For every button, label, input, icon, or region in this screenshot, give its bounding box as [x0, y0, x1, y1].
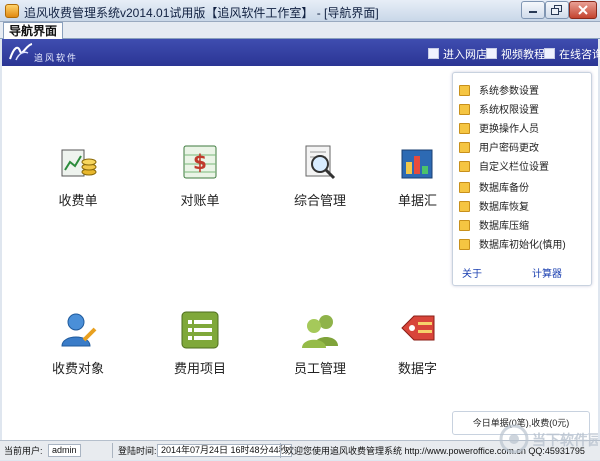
report-chart-icon — [401, 149, 433, 179]
menu-item-change-password[interactable]: 用户密码更改 — [459, 139, 539, 154]
current-user-label: 当前用户: — [4, 446, 43, 456]
tile-label: 数据字 — [398, 361, 438, 376]
login-time-value: 2014年07月24日 16时48分44秒 — [157, 444, 292, 457]
tile-report[interactable]: 单据汇 — [376, 142, 464, 209]
tile-label: 对账单 — [180, 193, 220, 208]
menu-item-icon — [459, 123, 470, 134]
tile-reconcile[interactable]: $ 对账单 — [156, 142, 244, 209]
menu-item-icon — [459, 201, 470, 212]
tile-staff[interactable]: 员工管理 — [276, 310, 364, 377]
window-title: 追风收费管理系统v2014.01试用版【追风软件工作室】 - [导航界面] — [24, 6, 379, 20]
menu-item-custom-fields[interactable]: 自定义栏位设置 — [459, 158, 549, 173]
shop-icon — [428, 48, 439, 59]
link-shop[interactable]: 进入网店 — [428, 46, 487, 62]
svg-text:$: $ — [193, 150, 207, 174]
link-consult[interactable]: 在线咨询 — [544, 46, 600, 62]
menu-item-permissions[interactable]: 系统权限设置 — [459, 101, 539, 116]
close-button[interactable] — [569, 1, 597, 19]
status-divider — [112, 443, 113, 458]
menu-item-change-operator[interactable]: 更换操作人员 — [459, 120, 539, 135]
tab-navigation[interactable]: 导航界面 — [3, 22, 64, 39]
restore-icon — [551, 5, 562, 15]
svg-text:当下软件园: 当下软件园 — [532, 432, 598, 449]
tile-receipt[interactable]: 收费单 — [34, 142, 122, 209]
maximize-button[interactable] — [545, 1, 569, 19]
top-banner: 追风软件 进入网店 视频教程 在线咨询 — [2, 39, 600, 66]
magnifier-icon — [305, 145, 336, 180]
menu-item-icon — [459, 182, 470, 193]
watermark: 当下软件园 — [498, 420, 600, 458]
close-icon — [578, 5, 588, 15]
receipt-icon — [61, 149, 97, 177]
staff-icon — [302, 315, 338, 348]
window-titlebar[interactable]: 追风收费管理系统v2014.01试用版【追风软件工作室】 - [导航界面] — [0, 0, 600, 22]
menu-item-db-compress[interactable]: 数据库压缩 — [459, 217, 529, 232]
minimize-icon — [529, 11, 537, 13]
menu-item-db-backup[interactable]: 数据库备份 — [459, 179, 529, 194]
menu-item-system-params[interactable]: 系统参数设置 — [459, 82, 539, 97]
logo-text: 追风软件 — [34, 53, 79, 63]
status-divider — [280, 443, 281, 458]
minimize-button[interactable] — [521, 1, 545, 19]
tile-label: 费用项目 — [173, 361, 226, 376]
menu-item-icon — [459, 104, 470, 115]
menu-item-db-restore[interactable]: 数据库恢复 — [459, 198, 529, 213]
tile-payer[interactable]: 收费对象 — [34, 310, 122, 377]
tag-icon — [401, 315, 435, 341]
system-menu-panel: 系统参数设置 系统权限设置 更换操作人员 用户密码更改 自定义栏位设置 数据库备… — [452, 72, 592, 286]
tile-label: 收费对象 — [51, 361, 104, 376]
consult-icon — [544, 48, 555, 59]
menu-item-icon — [459, 239, 470, 250]
app-icon — [5, 4, 19, 18]
tile-manage[interactable]: 综合管理 — [276, 142, 364, 209]
statement-icon: $ — [183, 145, 217, 179]
logo-icon — [9, 43, 33, 61]
watermark-logo-icon: 当下软件园 — [499, 424, 600, 454]
calculator-link[interactable]: 计算器 — [532, 265, 562, 280]
menu-item-icon — [459, 220, 470, 231]
tile-items[interactable]: 费用项目 — [156, 310, 244, 377]
link-video[interactable]: 视频教程 — [486, 46, 545, 62]
menu-item-icon — [459, 85, 470, 96]
menu-item-icon — [459, 161, 470, 172]
about-link[interactable]: 关于 — [462, 265, 482, 280]
tile-dict[interactable]: 数据字 — [376, 310, 464, 377]
login-time-label: 登陆时间: — [118, 446, 157, 456]
menu-item-db-init[interactable]: 数据库初始化(慎用) — [459, 236, 566, 251]
menu-item-icon — [459, 142, 470, 153]
video-icon — [486, 48, 497, 59]
current-user-value: admin — [48, 444, 81, 457]
list-icon — [181, 311, 219, 349]
tab-bar: 导航界面 — [0, 22, 600, 39]
user-edit-icon — [61, 313, 97, 347]
tile-label: 员工管理 — [293, 361, 346, 376]
tile-label: 收费单 — [58, 193, 98, 208]
tile-label: 综合管理 — [293, 193, 346, 208]
